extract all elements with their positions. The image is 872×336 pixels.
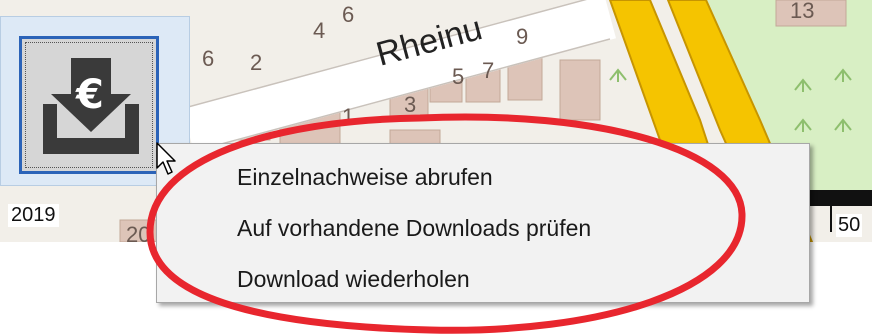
- scale-tick: [830, 206, 832, 232]
- house-number: 3: [404, 92, 416, 117]
- house-number: 7: [482, 58, 494, 83]
- euro-download-button[interactable]: €: [19, 36, 159, 174]
- house-number: 1: [342, 104, 354, 129]
- house-number: 6: [342, 2, 354, 27]
- house-number: 6: [202, 46, 214, 71]
- house-number: 20: [126, 222, 150, 242]
- house-number: 13: [790, 0, 814, 23]
- house-number: 4: [313, 18, 325, 43]
- scale-value: 50: [836, 214, 863, 237]
- screenshot-stage: 4 6 2 6 3 5 7 9 1 13 20 Rheinu 50 2019 €: [0, 0, 872, 336]
- menu-item-download-wiederholen[interactable]: Download wiederholen: [237, 266, 470, 293]
- menu-item-einzelnachweise-abrufen[interactable]: Einzelnachweise abrufen: [237, 164, 493, 191]
- house-number: 5: [452, 64, 464, 89]
- house-number: 9: [516, 24, 528, 49]
- year-label: 2019: [8, 204, 59, 227]
- scale-bar: [800, 190, 872, 206]
- euro-symbol: €: [75, 72, 104, 118]
- menu-item-downloads-pruefen[interactable]: Auf vorhandene Downloads prüfen: [237, 215, 591, 242]
- euro-download-icon: €: [43, 58, 139, 154]
- house-number: 2: [250, 50, 262, 75]
- context-menu: Einzelnachweise abrufen Auf vorhandene D…: [156, 143, 810, 303]
